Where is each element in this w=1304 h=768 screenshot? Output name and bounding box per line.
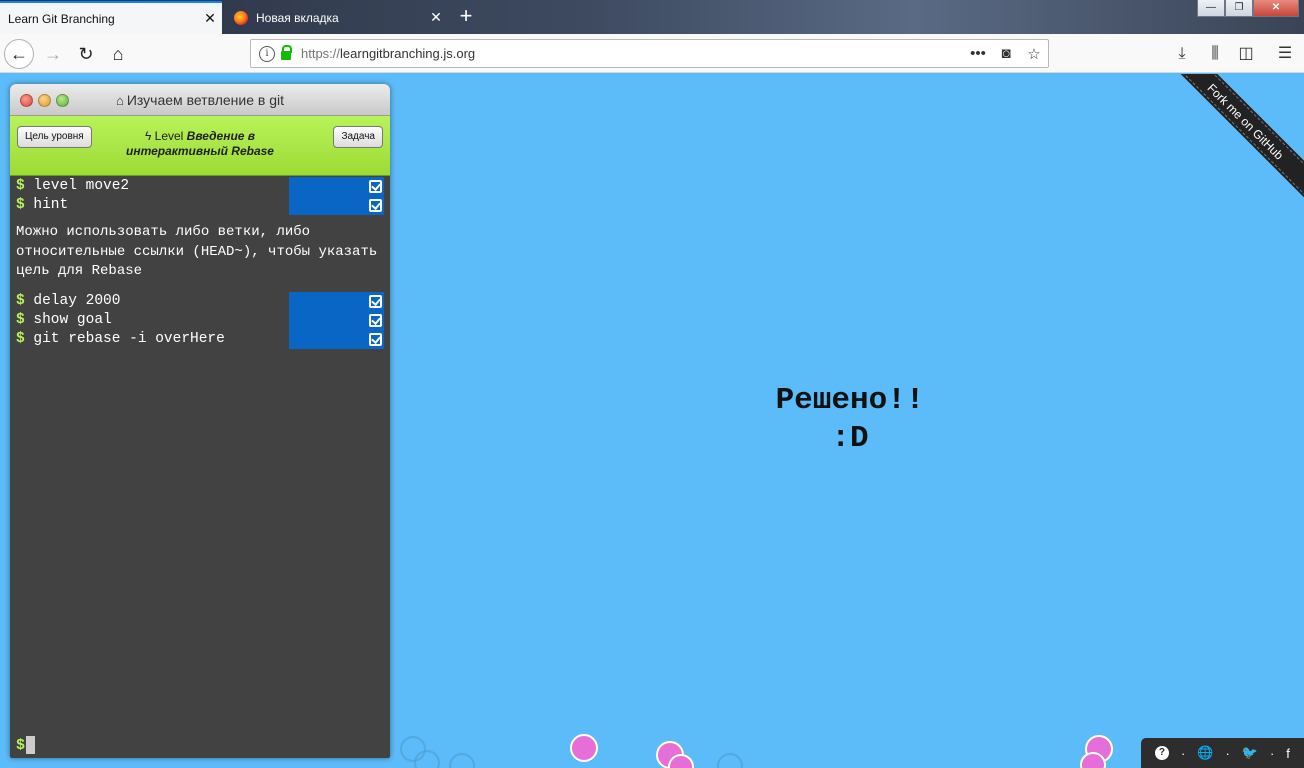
checkbox-icon (369, 294, 382, 308)
home-icon[interactable]: ⌂ (103, 39, 133, 69)
hint-text: Можно использовать либо ветки, либо отно… (16, 224, 378, 279)
terminal-title-text: Изучаем ветвление в git (126, 92, 284, 108)
sidebar-icon[interactable]: ◫ (1231, 39, 1261, 69)
command-text: show goal (33, 311, 112, 328)
url-text[interactable]: https://learngitbranching.js.org (301, 46, 964, 61)
command-text: hint (33, 197, 69, 213)
social-bar: ? · 🌐 · 🐦 · f (1141, 738, 1304, 768)
new-tab-button[interactable]: + (453, 3, 479, 29)
separator-dot: · (1180, 745, 1186, 761)
level-toolbar: Цель уровня ϟ Level Введение в интеракти… (10, 116, 390, 176)
url-host: learngitbranching.js.org (340, 46, 476, 61)
prompt-symbol: $ (16, 292, 25, 309)
lock-icon (281, 45, 292, 60)
tab-title: Learn Git Branching (8, 11, 115, 26)
objective-button[interactable]: Задача (333, 126, 383, 148)
tab-learn-git-branching[interactable]: Learn Git Branching ✕ (0, 1, 222, 34)
page-actions-icon[interactable]: ••• (964, 45, 992, 62)
close-tab-icon[interactable]: ✕ (424, 9, 448, 26)
command-text: delay 2000 (33, 292, 121, 309)
tab-title: Новая вкладка (256, 10, 339, 25)
separator-dot: · (1269, 745, 1275, 761)
fork-github-ribbon[interactable]: Fork me on GitHub (1160, 74, 1304, 207)
close-dot[interactable] (20, 94, 33, 107)
text-cursor[interactable] (26, 736, 36, 754)
tab-new-tab[interactable]: Новая вкладка ✕ (224, 1, 448, 34)
help-icon[interactable]: ? (1154, 746, 1169, 760)
prompt-symbol: $ (16, 178, 25, 194)
title-bar: Learn Git Branching ✕ Новая вкладка ✕ + … (0, 0, 1304, 34)
command-line: $ hint (10, 196, 390, 215)
download-icon[interactable]: ⤓ (1167, 39, 1197, 69)
menu-icon[interactable]: ☰ (1270, 39, 1300, 69)
reload-icon[interactable]: ↻ (71, 39, 101, 69)
info-icon[interactable]: i (259, 45, 275, 62)
command-line: $ delay 2000 (10, 292, 390, 311)
terminal-window: ⌂ Изучаем ветвление в git Цель уровня ϟ L… (10, 84, 390, 758)
command-line: $ level move2 (10, 177, 390, 196)
solved-message: Решено!! :D (700, 382, 1000, 458)
prompt-symbol: $ (16, 736, 26, 754)
globe-icon[interactable]: 🌐 (1197, 745, 1213, 761)
forward-arrow-icon[interactable]: → (38, 39, 68, 69)
command-line: $ git rebase -i overHere (10, 330, 390, 349)
prompt-symbol: $ (16, 197, 25, 213)
command-line: $ show goal (10, 311, 390, 330)
separator-dot: · (1225, 745, 1230, 761)
level-title: ϟ Level Введение в интерактивный Rebase (110, 129, 290, 159)
url-protocol: https:// (301, 46, 341, 61)
pocket-icon[interactable]: ◙ (992, 45, 1020, 62)
back-arrow-icon[interactable]: ← (4, 39, 34, 69)
maximize-dot[interactable] (56, 94, 69, 107)
decorative-circle (717, 753, 743, 768)
terminal-header: ⌂ Изучаем ветвление в git (10, 84, 390, 116)
facebook-icon[interactable]: f (1286, 746, 1290, 761)
solved-smiley: :D (831, 421, 869, 456)
decorative-circle (570, 734, 598, 762)
checkbox-icon (369, 313, 382, 327)
terminal-title: ⌂ Изучаем ветвление в git (116, 92, 284, 108)
firefox-icon (234, 10, 248, 25)
decorative-circle (414, 750, 440, 768)
solved-title: Решено!! (775, 383, 925, 418)
close-tab-icon[interactable]: ✕ (198, 10, 222, 27)
library-icon[interactable]: ⫼ (1200, 39, 1230, 69)
checkbox-icon (369, 199, 382, 212)
command-prompt[interactable]: $ (16, 736, 36, 754)
prompt-symbol: $ (16, 311, 25, 328)
bookmark-star-icon[interactable]: ☆ (1020, 45, 1048, 63)
maximize-button[interactable]: ❐ (1225, 0, 1253, 17)
minimize-dot[interactable] (38, 94, 51, 107)
close-window-button[interactable]: ✕ (1253, 0, 1299, 17)
checkbox-icon (369, 180, 382, 193)
minimize-button[interactable]: — (1197, 0, 1225, 17)
level-prefix: Level (154, 129, 184, 143)
decorative-circle (449, 753, 475, 768)
lightning-icon: ϟ (144, 129, 152, 143)
decorative-circle (668, 754, 694, 768)
checkbox-icon (369, 332, 382, 346)
home-icon: ⌂ (116, 93, 124, 108)
twitter-icon[interactable]: 🐦 (1242, 745, 1258, 761)
navigation-bar: ← → ↻ ⌂ i https://learngitbranching.js.o… (0, 34, 1304, 73)
console-output: $ level move2 $ hint Можно использовать … (10, 177, 390, 349)
window-controls: — ❐ ✕ (1197, 0, 1299, 17)
page-content: ⌂ Изучаем ветвление в git Цель уровня ϟ L… (0, 74, 1304, 768)
address-bar[interactable]: i https://learngitbranching.js.org ••• ◙… (250, 39, 1049, 68)
command-text: git rebase -i overHere (33, 330, 225, 347)
prompt-symbol: $ (16, 330, 25, 347)
command-text: level move2 (33, 178, 130, 194)
level-goal-button[interactable]: Цель уровня (17, 126, 92, 148)
